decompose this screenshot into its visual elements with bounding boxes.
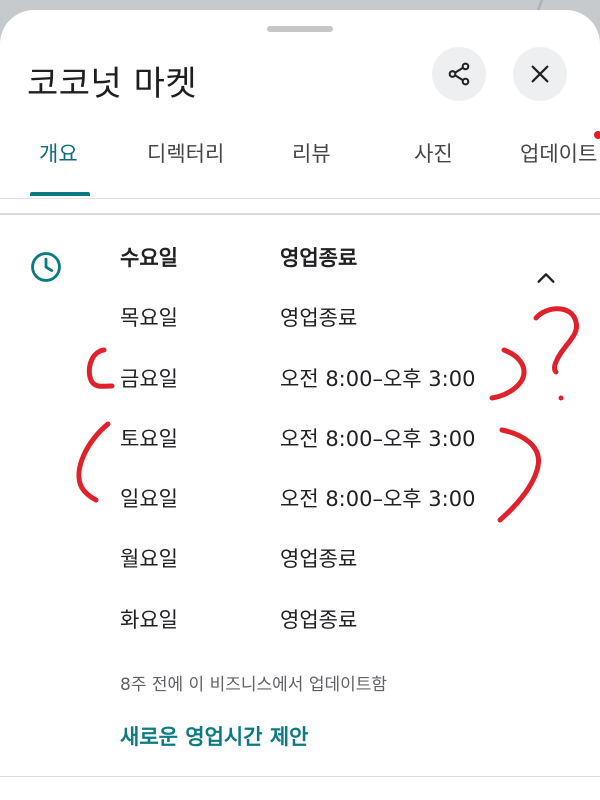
bottom-divider	[0, 776, 600, 777]
hours-time: 오전 8:00–오후 3:00	[280, 427, 476, 451]
section-divider	[0, 213, 600, 215]
place-details-sheet: 코코넛 마켓 개요 디렉터리 리뷰 사진 업데이트 수요일 영업종료 목요일 영…	[0, 10, 600, 800]
hours-day: 목요일	[120, 306, 178, 330]
tab-reviews[interactable]: 리뷰	[292, 138, 331, 168]
active-tab-indicator	[30, 192, 90, 196]
tab-overview[interactable]: 개요	[39, 138, 78, 168]
hours-day: 월요일	[120, 547, 178, 571]
share-icon	[448, 62, 470, 86]
hours-day: 토요일	[120, 427, 178, 451]
hours-time: 영업종료	[280, 547, 358, 571]
hours-time: 영업종료	[280, 608, 358, 632]
tab-directory[interactable]: 디렉터리	[147, 138, 224, 168]
share-button[interactable]	[432, 47, 486, 101]
hours-day: 일요일	[120, 487, 178, 511]
hours-day: 금요일	[120, 367, 178, 391]
hours-day: 화요일	[120, 608, 178, 632]
collapse-hours-button[interactable]	[528, 260, 564, 296]
tab-photos[interactable]: 사진	[414, 138, 453, 168]
hours-row: 일요일 오전 8:00–오후 3:00	[0, 483, 600, 523]
hours-time: 오전 8:00–오후 3:00	[280, 487, 476, 511]
hours-time: 영업종료	[280, 306, 358, 330]
hours-row: 금요일 오전 8:00–오후 3:00	[0, 363, 600, 403]
tab-bar: 개요 디렉터리 리뷰 사진 업데이트	[0, 138, 600, 198]
hours-row: 월요일 영업종료	[0, 543, 600, 583]
close-icon	[531, 65, 549, 83]
hours-day: 수요일	[120, 246, 178, 270]
chevron-up-icon	[537, 273, 555, 283]
close-button[interactable]	[513, 47, 567, 101]
place-title: 코코넛 마켓	[27, 64, 198, 104]
suggest-new-hours-link[interactable]: 새로운 영업시간 제안	[120, 721, 309, 751]
drag-handle[interactable]	[267, 26, 333, 32]
tab-updates[interactable]: 업데이트	[520, 138, 597, 168]
hours-row: 화요일 영업종료	[0, 604, 600, 644]
hours-update-note: 8주 전에 이 비즈니스에서 업데이트함	[120, 675, 388, 695]
tabs-divider	[0, 198, 600, 199]
hours-row: 목요일 영업종료	[0, 302, 600, 342]
hours-row: 수요일 영업종료	[0, 242, 600, 282]
hours-time: 영업종료	[280, 246, 358, 270]
hours-row: 토요일 오전 8:00–오후 3:00	[0, 423, 600, 463]
hours-time: 오전 8:00–오후 3:00	[280, 367, 476, 391]
